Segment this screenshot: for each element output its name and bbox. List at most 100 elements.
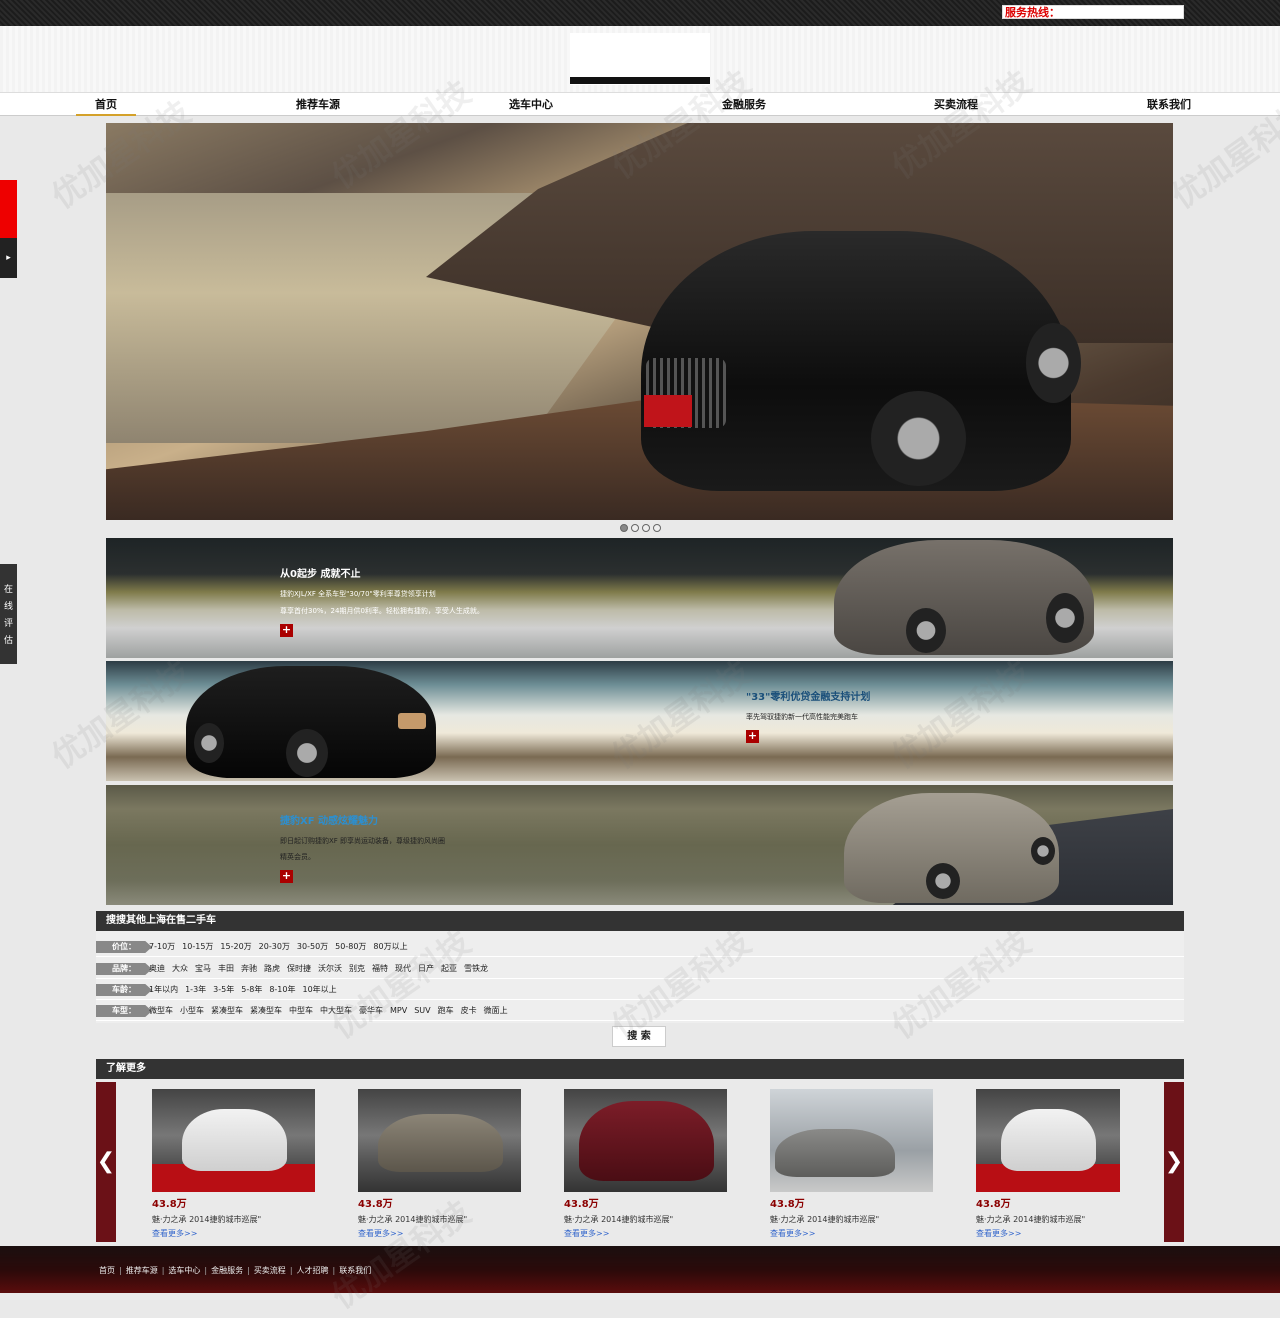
- filter-option[interactable]: 20-30万: [259, 942, 290, 951]
- car-grille: [398, 713, 426, 729]
- carousel-next-button[interactable]: ❯: [1164, 1082, 1184, 1242]
- hotline-text: 服务热线：: [1002, 5, 1184, 19]
- nav-item-recommended[interactable]: 推荐车源: [288, 93, 348, 116]
- car-photo[interactable]: [976, 1089, 1120, 1192]
- top-bar: 服务热线：: [0, 0, 1280, 26]
- view-more-link[interactable]: 查看更多>>: [976, 1228, 1021, 1239]
- search-filter-panel: 价位： 7-10万 10-15万 15-20万 20-30万 30-50万 50-80万 8…: [96, 931, 1184, 1023]
- car-card[interactable]: 43.8万 魅·力之承 2014捷豹城市巡展" 查看更多>>: [976, 1089, 1120, 1239]
- search-button[interactable]: 搜 索: [612, 1026, 666, 1047]
- footer-link-process[interactable]: 买卖流程: [254, 1266, 286, 1275]
- filter-row-price: 价位： 7-10万 10-15万 15-20万 20-30万 30-50万 50-80万 8…: [96, 936, 1184, 957]
- filter-option[interactable]: 宝马: [195, 964, 211, 973]
- online-evaluation-tab[interactable]: 在 线 评 估: [0, 564, 17, 664]
- white-porsche-image: [1001, 1109, 1096, 1171]
- filter-option[interactable]: 保时捷: [287, 964, 311, 973]
- filter-option[interactable]: 5-8年: [241, 985, 262, 994]
- hero-slide[interactable]: [106, 123, 1173, 520]
- nav-item-car-center[interactable]: 选车中心: [501, 93, 561, 116]
- filter-option[interactable]: 路虎: [264, 964, 280, 973]
- filter-option[interactable]: 10年以上: [302, 985, 336, 994]
- view-more-link[interactable]: 查看更多>>: [770, 1228, 815, 1239]
- plus-icon[interactable]: +: [280, 870, 293, 883]
- plus-icon[interactable]: +: [280, 624, 293, 637]
- logo-underline: [570, 77, 710, 84]
- plus-icon[interactable]: +: [746, 730, 759, 743]
- filter-option[interactable]: 豪华车: [359, 1006, 383, 1015]
- filter-option[interactable]: 别克: [349, 964, 365, 973]
- filter-option[interactable]: 30-50万: [297, 942, 328, 951]
- filter-option[interactable]: 小型车: [180, 1006, 204, 1015]
- filter-option[interactable]: 日产: [418, 964, 434, 973]
- slider-dots: [620, 524, 661, 534]
- slider-dot[interactable]: [653, 524, 661, 532]
- eval-char: 在: [3, 585, 13, 595]
- footer-link-recommended[interactable]: 推荐车源: [126, 1266, 158, 1275]
- car-price: 43.8万: [358, 1199, 393, 1210]
- car-photo[interactable]: [152, 1089, 315, 1192]
- filter-option[interactable]: 沃尔沃: [318, 964, 342, 973]
- footer-link-jobs[interactable]: 人才招聘: [297, 1266, 329, 1275]
- filter-option[interactable]: 80万以上: [373, 942, 407, 951]
- filter-option[interactable]: 跑车: [438, 1006, 454, 1015]
- carousel-prev-button[interactable]: ❮: [96, 1082, 116, 1242]
- promo-banner-1[interactable]: 从0起步 成就不止 捷豹XJL/XF 全系车型"30/70"零利率尊贷领享计划 …: [106, 538, 1173, 658]
- filter-option[interactable]: SUV: [414, 1006, 430, 1015]
- filter-option[interactable]: 丰田: [218, 964, 234, 973]
- promo-banner-2[interactable]: "33"零利优贷金融支持计划 率先驾驭捷豹新一代高性能完美跑车 +: [106, 661, 1173, 781]
- car-wheel: [906, 608, 946, 653]
- filter-option[interactable]: 大众: [172, 964, 188, 973]
- slider-dot[interactable]: [631, 524, 639, 532]
- filter-option[interactable]: 7-10万: [149, 942, 175, 951]
- view-more-link[interactable]: 查看更多>>: [564, 1228, 609, 1239]
- filter-option[interactable]: MPV: [390, 1006, 407, 1015]
- filter-option[interactable]: 中型车: [289, 1006, 313, 1015]
- side-tab-expand[interactable]: ▸: [0, 238, 17, 278]
- filter-option[interactable]: 雪铁龙: [464, 964, 488, 973]
- filter-option[interactable]: 1年以内: [149, 985, 178, 994]
- filter-option[interactable]: 1-3年: [185, 985, 206, 994]
- nav-item-home[interactable]: 首页: [76, 93, 136, 116]
- filter-option[interactable]: 奥迪: [149, 964, 165, 973]
- filter-option[interactable]: 紧凑型车: [250, 1006, 282, 1015]
- filter-option[interactable]: 微面上: [484, 1006, 508, 1015]
- filter-option[interactable]: 现代: [395, 964, 411, 973]
- filter-option[interactable]: 3-5年: [213, 985, 234, 994]
- car-wheel: [1046, 593, 1084, 643]
- filter-option[interactable]: 福特: [372, 964, 388, 973]
- filter-option[interactable]: 50-80万: [335, 942, 366, 951]
- car-photo[interactable]: [770, 1089, 933, 1192]
- filter-option[interactable]: 微型车: [149, 1006, 173, 1015]
- slider-dot[interactable]: [620, 524, 628, 532]
- car-wheel: [286, 729, 328, 777]
- side-tab-red[interactable]: [0, 180, 17, 238]
- view-more-link[interactable]: 查看更多>>: [358, 1228, 403, 1239]
- footer-link-car-center[interactable]: 选车中心: [168, 1266, 200, 1275]
- nav-item-finance[interactable]: 金融服务: [714, 93, 774, 116]
- car-card[interactable]: 43.8万 魅·力之承 2014捷豹城市巡展" 查看更多>>: [770, 1089, 933, 1239]
- car-card[interactable]: 43.8万 魅·力之承 2014捷豹城市巡展" 查看更多>>: [358, 1089, 521, 1239]
- slider-dot[interactable]: [642, 524, 650, 532]
- car-photo[interactable]: [564, 1089, 727, 1192]
- car-card[interactable]: 43.8万 魅·力之承 2014捷豹城市巡展" 查看更多>>: [152, 1089, 315, 1239]
- filter-option[interactable]: 皮卡: [461, 1006, 477, 1015]
- car-photo[interactable]: [358, 1089, 521, 1192]
- filter-option[interactable]: 8-10年: [269, 985, 295, 994]
- nav-item-process[interactable]: 买卖流程: [926, 93, 986, 116]
- view-more-link[interactable]: 查看更多>>: [152, 1228, 197, 1239]
- car-card[interactable]: 43.8万 魅·力之承 2014捷豹城市巡展" 查看更多>>: [564, 1089, 727, 1239]
- filter-option[interactable]: 起亚: [441, 964, 457, 973]
- nav-item-contact[interactable]: 联系我们: [1139, 93, 1199, 116]
- footer-links: 首页 | 推荐车源 | 选车中心 | 金融服务 | 买卖流程 | 人才招聘 | 联系我们: [99, 1266, 372, 1275]
- car-wheel: [1031, 837, 1055, 865]
- filter-option[interactable]: 10-15万: [182, 942, 213, 951]
- filter-option[interactable]: 中大型车: [320, 1006, 352, 1015]
- filter-option[interactable]: 奔驰: [241, 964, 257, 973]
- footer-link-home[interactable]: 首页: [99, 1266, 115, 1275]
- promo-banner-3[interactable]: 捷豹XF 动感炫耀魅力 即日起订购捷豹XF 即享尚运动装备，尊级捷豹风尚圈 精英…: [106, 785, 1173, 905]
- footer-link-contact[interactable]: 联系我们: [339, 1266, 371, 1275]
- filter-option[interactable]: 紧凑型车: [211, 1006, 243, 1015]
- filter-option[interactable]: 15-20万: [220, 942, 251, 951]
- filter-label: 车龄：: [96, 984, 152, 996]
- footer-link-finance[interactable]: 金融服务: [211, 1266, 243, 1275]
